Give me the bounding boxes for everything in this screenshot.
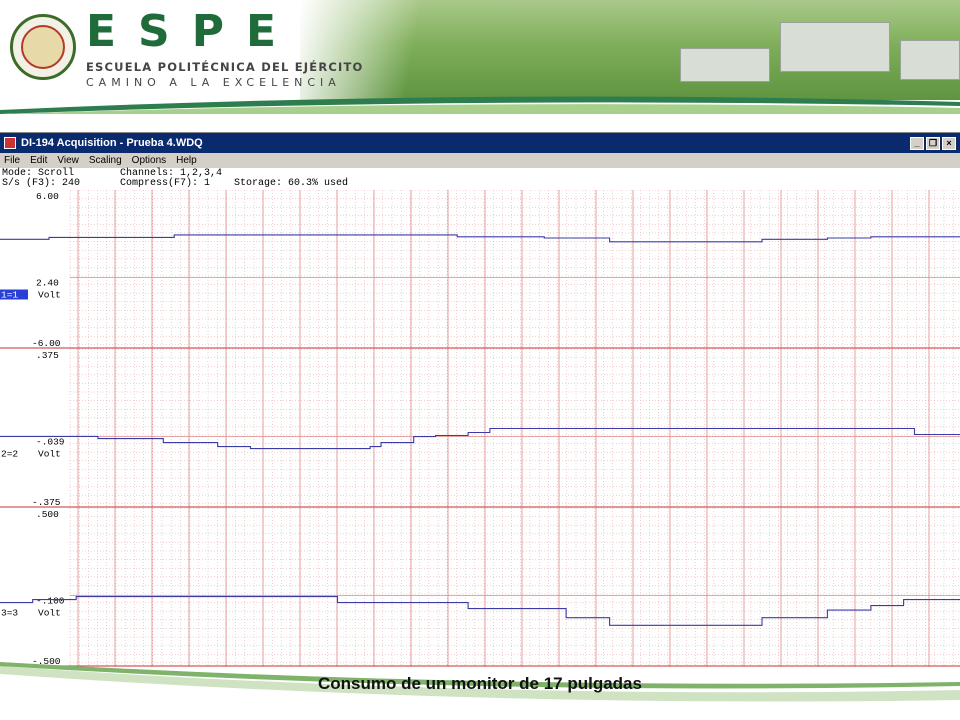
- menu-file[interactable]: File: [4, 155, 20, 166]
- strip-chart[interactable]: 6.00 2.40 1=1 Volt -6.00.375 -.039 2=2 Volt -.37…: [0, 190, 960, 667]
- brand-name: ESPE: [86, 6, 299, 57]
- brand-subtitle: ESCUELA POLITÉCNICA DEL EJÉRCITO: [86, 60, 364, 74]
- menu-help[interactable]: Help: [176, 155, 197, 166]
- axis-bottom-label: -.375: [32, 497, 61, 508]
- window-titlebar[interactable]: DI-194 Acquisition - Prueba 4.WDQ _ ❐ ×: [0, 133, 960, 153]
- window-title: DI-194 Acquisition - Prueba 4.WDQ: [21, 137, 203, 149]
- channel-unit-label: Volt: [38, 449, 61, 460]
- compress-status: Compress(F7): 1: [120, 178, 211, 189]
- axis-mid-label: -.039: [36, 437, 65, 448]
- axis-top-label: .500: [36, 509, 59, 520]
- slide-caption: Consumo de un monitor de 17 pulgadas: [318, 674, 642, 693]
- channel-label: 2=2: [1, 449, 18, 460]
- menu-scaling[interactable]: Scaling: [89, 155, 122, 166]
- espe-seal-logo: [10, 14, 76, 80]
- app-icon[interactable]: [4, 137, 16, 149]
- sample-rate-status: S/s (F3): 240: [2, 178, 81, 189]
- campus-photo: [300, 0, 960, 100]
- acquisition-window: DI-194 Acquisition - Prueba 4.WDQ _ ❐ × …: [0, 132, 960, 667]
- axis-top-label: 6.00: [36, 191, 59, 202]
- close-button[interactable]: ×: [942, 136, 956, 150]
- channel-unit-label: Volt: [38, 608, 61, 619]
- menu-bar: File Edit View Scaling Options Help: [0, 153, 960, 168]
- status-area: Mode: Scroll Channels: 1,2,3,4 S/s (F3):…: [0, 168, 960, 190]
- menu-options[interactable]: Options: [132, 155, 166, 166]
- channel-label: 1=1: [1, 290, 18, 301]
- channel-unit-label: Volt: [38, 290, 61, 301]
- banner-swoosh: [0, 96, 960, 114]
- axis-mid-label: 2.40: [36, 278, 59, 289]
- brand-block: ESPE ESCUELA POLITÉCNICA DEL EJÉRCITO CA…: [86, 6, 364, 90]
- menu-edit[interactable]: Edit: [30, 155, 47, 166]
- storage-status: Storage: 60.3% used: [234, 178, 349, 189]
- axis-mid-label: -.100: [36, 596, 65, 607]
- brand-motto: CAMINO A LA EXCELENCIA: [86, 76, 341, 89]
- channel-trace-3: [0, 596, 960, 626]
- axis-bottom-label: -6.00: [32, 338, 61, 349]
- menu-view[interactable]: View: [57, 155, 79, 166]
- channel-trace-2: [0, 427, 960, 450]
- header-banner: ESPE ESCUELA POLITÉCNICA DEL EJÉRCITO CA…: [0, 0, 960, 118]
- slide: ESPE ESCUELA POLITÉCNICA DEL EJÉRCITO CA…: [0, 0, 960, 720]
- restore-button[interactable]: ❐: [926, 136, 940, 150]
- channel-label: 3=3: [1, 608, 18, 619]
- axis-top-label: .375: [36, 350, 59, 361]
- channel-trace-1: [0, 234, 960, 243]
- minimize-button[interactable]: _: [910, 136, 924, 150]
